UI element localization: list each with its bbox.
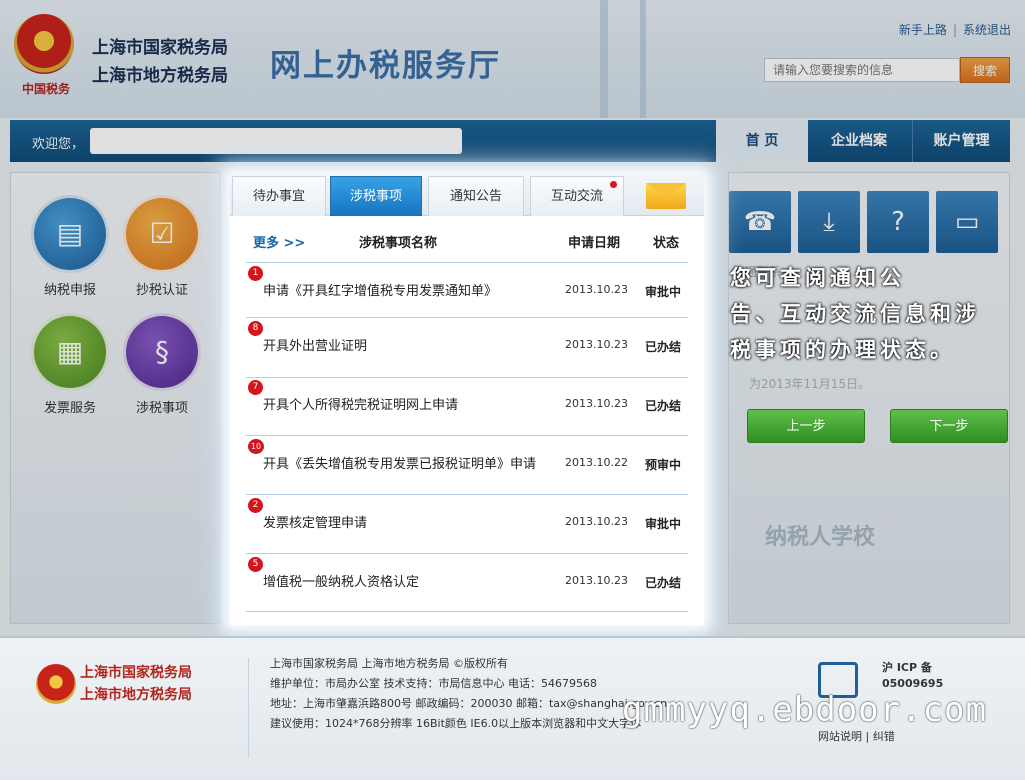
icp-record: 沪 ICP 备 05009695: [882, 660, 943, 692]
row-status: 预审中: [645, 458, 682, 472]
table-header: 更多 >> 涉税事项名称 申请日期 状态: [246, 228, 688, 262]
watermark: gmmyyq.ebdoor.com: [622, 690, 987, 730]
row-name[interactable]: 开具个人所得税完税证明网上申请: [263, 394, 458, 413]
tab-interaction[interactable]: 互动交流: [530, 176, 624, 216]
footer-bureau-national: 上海市国家税务局: [80, 665, 192, 681]
tab-interaction-label: 互动交流: [550, 189, 603, 204]
footer-bureau-local: 上海市地方税务局: [80, 687, 192, 703]
maintainer-line: 维护单位：市局办公室 技术支持：市局信息中心 电话：54679568: [270, 677, 597, 690]
row-badge: 1: [248, 266, 263, 281]
guide-tip-line: 告、互动交流信息和涉: [730, 301, 980, 326]
guide-tip-line: 您可查阅通知公: [730, 265, 905, 290]
row-divider: [246, 611, 688, 612]
guide-tip-line: 税事项的办理状态。: [730, 337, 955, 362]
tax-matters-panel: 待办事宜 涉税事项 通知公告 互动交流 更多 >> 涉税事项名称 申请日期 状态…: [230, 174, 704, 625]
table-row[interactable]: 8 开具外出营业证明 2013.10.23 已办结: [246, 318, 688, 376]
icp-label: 沪 ICP 备: [882, 661, 932, 674]
table-row[interactable]: 5 增值税一般纳税人资格认定 2013.10.23 已办结: [246, 554, 688, 612]
row-status: 已办结: [645, 399, 682, 413]
address-line: 地址：上海市肇嘉浜路800号 邮政编码：200030 邮箱：tax@shangh…: [270, 697, 668, 710]
row-name[interactable]: 申请《开具红字增值税专用发票通知单》: [263, 280, 497, 299]
row-name[interactable]: 开具外出营业证明: [263, 335, 367, 354]
more-link[interactable]: 更多 >>: [253, 232, 305, 251]
unread-dot: [610, 181, 617, 188]
row-status: 审批中: [645, 517, 682, 531]
prev-step-button[interactable]: 上一步: [747, 409, 865, 443]
column-date: 申请日期: [568, 236, 621, 251]
row-date: 2013.10.23: [565, 574, 628, 587]
footer-emblem-icon: [36, 664, 76, 704]
row-name[interactable]: 发票核定管理申请: [263, 512, 367, 531]
row-date: 2013.10.23: [565, 283, 628, 296]
column-name: 涉税事项名称: [359, 236, 438, 251]
row-badge: 10: [248, 439, 264, 454]
next-step-button[interactable]: 下一步: [890, 409, 1008, 443]
row-badge: 7: [248, 380, 263, 395]
row-badge: 8: [248, 321, 263, 336]
row-badge: 5: [248, 557, 263, 572]
table-row[interactable]: 10 开具《丢失增值税专用发票已报税证明单》申请 2013.10.22 预审中: [246, 436, 688, 494]
row-status: 已办结: [645, 576, 682, 590]
column-status: 状态: [653, 236, 680, 251]
row-name[interactable]: 增值税一般纳税人资格认定: [263, 571, 419, 590]
footer-info: 上海市国家税务局 上海市地方税务局 ©版权所有 维护单位：市局办公室 技术支持：…: [270, 654, 667, 734]
table-row[interactable]: 1 申请《开具红字增值税专用发票通知单》 2013.10.23 审批中: [246, 263, 688, 321]
table-row[interactable]: 7 开具个人所得税完税证明网上申请 2013.10.23 已办结: [246, 377, 688, 435]
table-row[interactable]: 2 发票核定管理申请 2013.10.23 审批中: [246, 495, 688, 553]
copyright-line: 上海市国家税务局 上海市地方税务局 ©版权所有: [270, 657, 508, 670]
row-name[interactable]: 开具《丢失增值税专用发票已报税证明单》申请: [263, 453, 536, 472]
row-status: 审批中: [645, 285, 682, 299]
row-date: 2013.10.23: [565, 397, 628, 410]
tab-notices[interactable]: 通知公告: [428, 176, 524, 216]
row-date: 2013.10.23: [565, 338, 628, 351]
guide-tip: 您可查阅通知公 告、互动交流信息和涉 税事项的办理状态。: [730, 260, 1022, 368]
row-status: 已办结: [645, 340, 682, 354]
mail-icon[interactable]: [646, 183, 686, 209]
tab-tax-matters[interactable]: 涉税事项: [330, 176, 422, 216]
tab-todo[interactable]: 待办事宜: [232, 176, 326, 216]
footer-bureau-names: 上海市国家税务局 上海市地方税务局: [80, 662, 192, 706]
footer-divider: [248, 658, 249, 758]
browser-advice-line: 建议使用：1024*768分辨率 16Bit颜色 IE6.0以上版本浏览器和中文…: [270, 717, 642, 730]
row-date: 2013.10.23: [565, 515, 628, 528]
row-date: 2013.10.22: [565, 456, 628, 469]
footer-links[interactable]: 网站说明 | 纠错: [818, 728, 895, 744]
panel-tabs: 待办事宜 涉税事项 通知公告 互动交流: [230, 174, 704, 216]
row-badge: 2: [248, 498, 263, 513]
